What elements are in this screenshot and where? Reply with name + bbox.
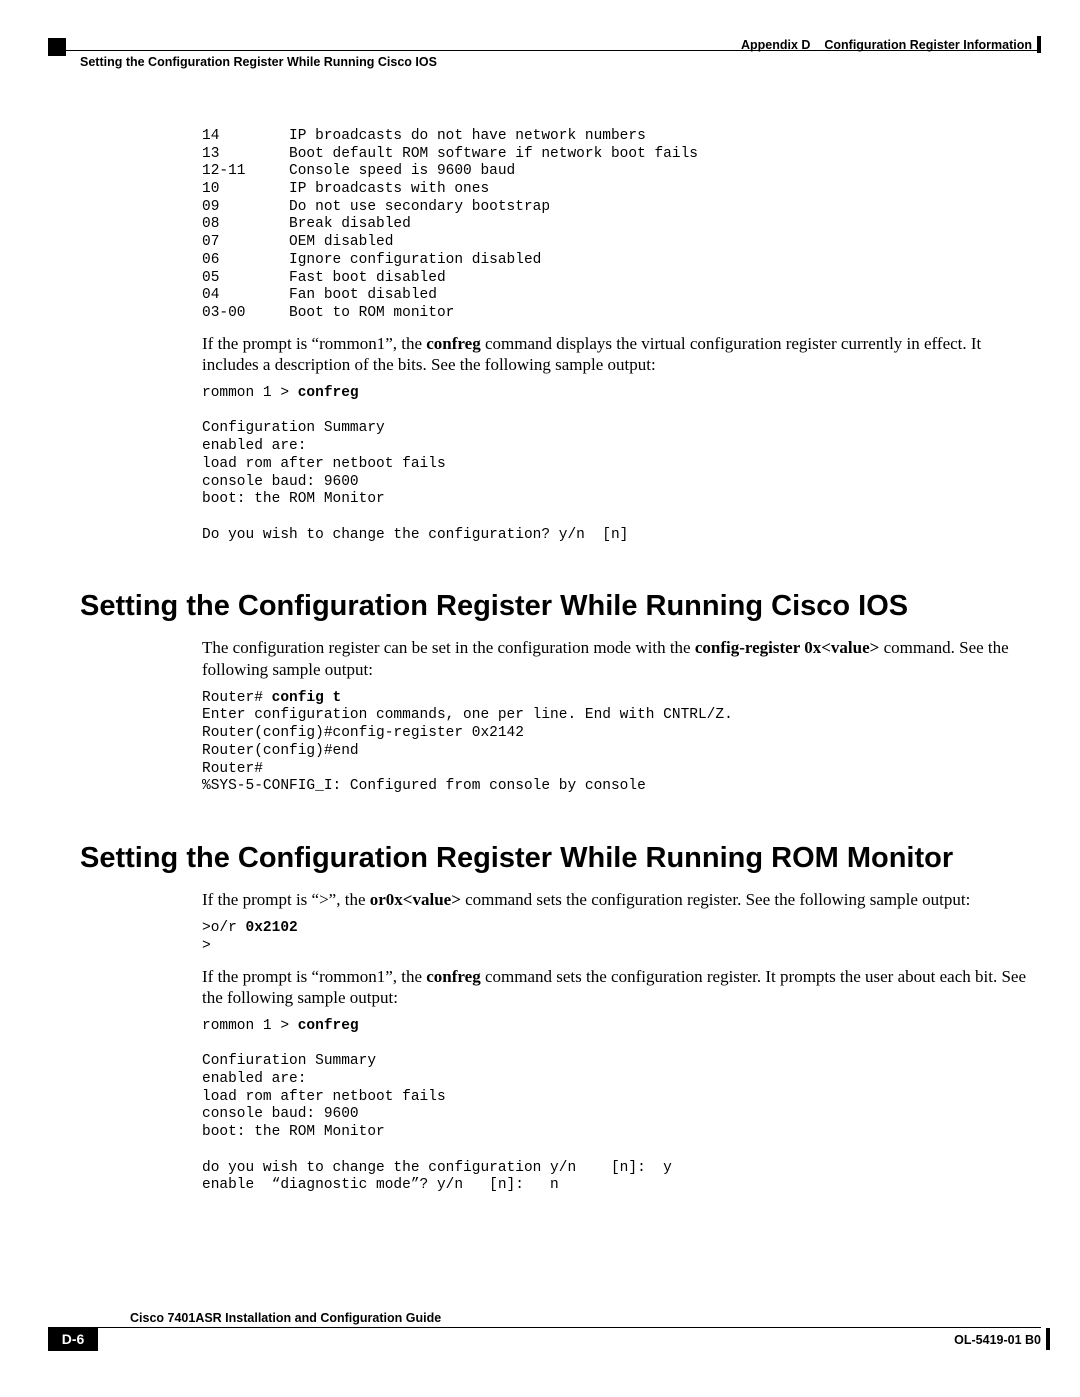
paragraph-or0x: If the prompt is “>”, the or0x<value> co… bbox=[202, 889, 1032, 910]
output: Confiuration Summary enabled are: load r… bbox=[202, 1053, 672, 1193]
sample-output-or: >o/r 0x2102 > bbox=[202, 920, 1032, 955]
command-name: config-register 0x bbox=[695, 638, 821, 657]
paragraph-config-register: The configuration register can be set in… bbox=[202, 637, 1032, 680]
main-content: 14 IP broadcasts do not have network num… bbox=[202, 128, 1032, 1195]
command: config t bbox=[272, 690, 342, 706]
heading-setting-register-rommon: Setting the Configuration Register While… bbox=[80, 842, 1032, 875]
command: confreg bbox=[298, 385, 359, 401]
header-section-title: Setting the Configuration Register While… bbox=[80, 55, 437, 69]
text: If the prompt is “rommon1”, the bbox=[202, 334, 426, 353]
paragraph-rommon-confreg-display: If the prompt is “rommon1”, the confreg … bbox=[202, 333, 1032, 376]
output: > bbox=[202, 938, 211, 954]
sample-output-rommon-display: rommon 1 > confreg Configuration Summary… bbox=[202, 385, 1032, 544]
text: command sets the configuration register.… bbox=[461, 890, 970, 909]
footer-guide-title: Cisco 7401ASR Installation and Configura… bbox=[130, 1311, 441, 1325]
text: The configuration register can be set in… bbox=[202, 638, 695, 657]
sample-output-config-t: Router# config t Enter configuration com… bbox=[202, 690, 1032, 796]
corner-marker-icon bbox=[48, 38, 66, 56]
footer-rule bbox=[48, 1327, 1041, 1328]
value-placeholder: <value> bbox=[403, 890, 461, 909]
prompt: rommon 1 > bbox=[202, 385, 298, 401]
value-placeholder: <value> bbox=[821, 638, 879, 657]
heading-setting-register-ios: Setting the Configuration Register While… bbox=[80, 590, 1032, 623]
page-number: D-6 bbox=[62, 1331, 85, 1347]
text: If the prompt is “>”, the bbox=[202, 890, 370, 909]
sample-output-rommon-set: rommon 1 > confreg Confiuration Summary … bbox=[202, 1018, 1032, 1195]
prompt: >o/r bbox=[202, 920, 246, 936]
edge-bar-top-icon bbox=[1037, 36, 1041, 53]
page-footer: Cisco 7401ASR Installation and Configura… bbox=[48, 1309, 1041, 1357]
appendix-label: Appendix D bbox=[741, 38, 810, 52]
edge-bar-bottom-icon bbox=[1046, 1328, 1050, 1350]
footer-doc-number: OL-5419-01 B0 bbox=[954, 1333, 1041, 1347]
appendix-title: Configuration Register Information bbox=[824, 38, 1032, 52]
bits-table: 14 IP broadcasts do not have network num… bbox=[202, 128, 1032, 323]
header-appendix: Appendix D Configuration Register Inform… bbox=[741, 38, 1032, 52]
command: confreg bbox=[298, 1018, 359, 1034]
prompt: rommon 1 > bbox=[202, 1018, 298, 1034]
command: 0x2102 bbox=[246, 920, 298, 936]
output: Configuration Summary enabled are: load … bbox=[202, 420, 628, 542]
prompt: Router# bbox=[202, 690, 272, 706]
page-header: Appendix D Configuration Register Inform… bbox=[48, 38, 1032, 68]
text: If the prompt is “rommon1”, the bbox=[202, 967, 426, 986]
command-name: or0x bbox=[370, 890, 403, 909]
paragraph-rommon-confreg-set: If the prompt is “rommon1”, the confreg … bbox=[202, 966, 1032, 1009]
page-number-box: D-6 bbox=[48, 1327, 98, 1351]
command-name: confreg bbox=[426, 967, 480, 986]
output: Enter configuration commands, one per li… bbox=[202, 707, 733, 794]
command-name: confreg bbox=[426, 334, 480, 353]
